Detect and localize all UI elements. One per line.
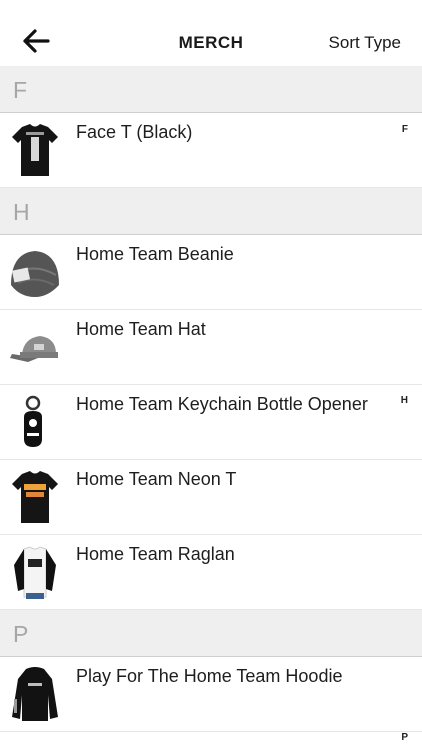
section-index-letter[interactable]: P bbox=[401, 732, 408, 743]
hat-thumbnail bbox=[10, 336, 58, 362]
section-index-letter[interactable]: F bbox=[402, 124, 408, 135]
list-item[interactable]: Face T (Black) bbox=[0, 113, 422, 188]
section-header-f: F bbox=[0, 66, 422, 113]
list-item[interactable]: Home Team Raglan bbox=[0, 535, 422, 610]
sort-type-button[interactable]: Sort Type bbox=[329, 33, 401, 53]
section-letter: F bbox=[13, 77, 28, 103]
section-letter: P bbox=[13, 621, 29, 647]
item-name: Home Team Keychain Bottle Opener bbox=[76, 394, 368, 414]
beanie-thumbnail bbox=[11, 251, 59, 297]
merch-list[interactable]: F Face T (Black) H Home Team Beanie Home… bbox=[0, 66, 422, 732]
section-index-letter[interactable]: H bbox=[401, 395, 408, 406]
list-item[interactable]: Home Team Hat bbox=[0, 310, 422, 385]
black-tshirt-thumbnail bbox=[12, 124, 58, 176]
item-name: Home Team Raglan bbox=[76, 544, 235, 564]
list-item[interactable]: Play For The Home Team Hoodie bbox=[0, 657, 422, 732]
keychain-opener-thumbnail bbox=[24, 395, 42, 447]
item-name: Home Team Beanie bbox=[76, 244, 234, 264]
section-header-p: P bbox=[0, 610, 422, 657]
list-item[interactable]: Home Team Keychain Bottle Opener bbox=[0, 385, 422, 460]
item-name: Face T (Black) bbox=[76, 122, 193, 142]
item-name: Home Team Neon T bbox=[76, 469, 237, 489]
section-header-h: H bbox=[0, 188, 422, 235]
list-item[interactable]: Home Team Beanie bbox=[0, 235, 422, 310]
item-name: Home Team Hat bbox=[76, 319, 206, 339]
section-letter: H bbox=[13, 199, 30, 225]
nav-bar: MERCH Sort Type bbox=[0, 0, 422, 66]
hoodie-thumbnail bbox=[12, 667, 58, 721]
list-item[interactable]: Home Team Neon T bbox=[0, 460, 422, 535]
neon-tshirt-thumbnail bbox=[12, 471, 58, 523]
item-name: Play For The Home Team Hoodie bbox=[76, 666, 343, 686]
raglan-thumbnail bbox=[14, 546, 56, 599]
